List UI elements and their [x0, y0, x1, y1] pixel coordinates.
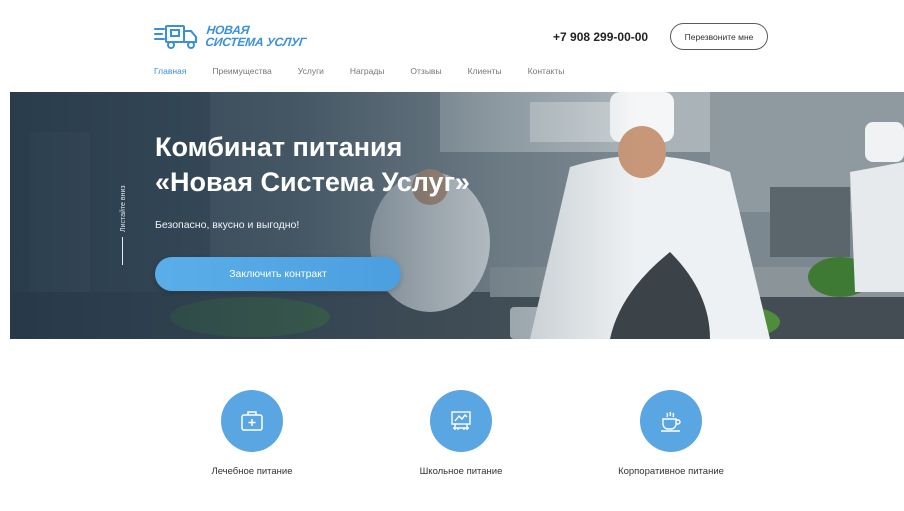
medical-kit-icon: [241, 411, 263, 431]
service-label: Лечебное питание: [211, 466, 293, 477]
nav-item-reviews[interactable]: Отзывы: [410, 66, 441, 76]
nav-item-advantages[interactable]: Преимущества: [212, 66, 271, 76]
nav-item-home[interactable]: Главная: [154, 66, 186, 76]
nav-item-services[interactable]: Услуги: [298, 66, 324, 76]
service-corporate[interactable]: Корпоративное питание: [596, 390, 746, 477]
hero-banner: Листайте вниз Комбинат питания «Новая Си…: [10, 92, 904, 339]
school-board-icon: [451, 411, 471, 430]
delivery-truck-icon: [154, 25, 197, 49]
hero-title: Комбинат питания «Новая Система Услуг»: [155, 130, 470, 200]
scroll-hint[interactable]: Листайте вниз: [120, 185, 127, 232]
logo-text: НОВАЯ СИСТЕМА УСЛУГ: [204, 23, 308, 49]
nav-item-awards[interactable]: Награды: [350, 66, 385, 76]
logo-line-2: СИСТЕМА УСЛУГ: [204, 35, 307, 49]
callback-button[interactable]: Перезвоните мне: [670, 23, 768, 50]
service-medical[interactable]: Лечебное питание: [177, 390, 327, 477]
service-label: Корпоративное питание: [618, 466, 724, 477]
hero-subtitle: Безопасно, вкусно и выгодно!: [155, 219, 300, 231]
logo[interactable]: НОВАЯ СИСТЕМА УСЛУГ: [154, 22, 307, 50]
coffee-cup-icon: [661, 411, 681, 432]
service-icon-circle: [221, 390, 283, 452]
phone-number[interactable]: +7 908 299-00-00: [553, 30, 648, 44]
hero-title-line-2: «Новая Система Услуг»: [155, 167, 470, 197]
service-icon-circle: [640, 390, 702, 452]
main-nav: Главная Преимущества Услуги Награды Отзы…: [154, 66, 590, 76]
nav-item-contacts[interactable]: Контакты: [528, 66, 565, 76]
hero-title-line-1: Комбинат питания: [155, 132, 403, 162]
scroll-indicator-line: [122, 237, 123, 265]
nav-item-clients[interactable]: Клиенты: [468, 66, 502, 76]
page: НОВАЯ СИСТЕМА УСЛУГ +7 908 299-00-00 Пер…: [0, 0, 904, 511]
sign-contract-button[interactable]: Заключить контракт: [155, 257, 401, 291]
service-label: Школьное питание: [419, 466, 503, 477]
service-icon-circle: [430, 390, 492, 452]
service-school[interactable]: Школьное питание: [386, 390, 536, 477]
